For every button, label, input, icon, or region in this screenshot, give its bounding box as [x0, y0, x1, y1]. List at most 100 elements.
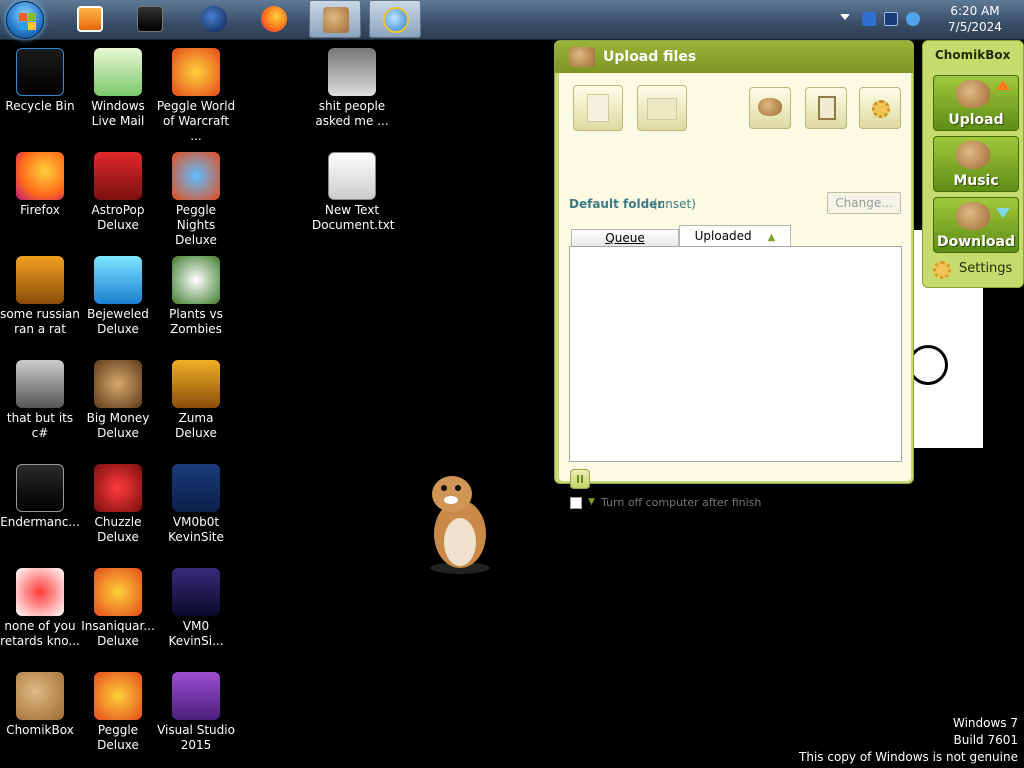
tab-uploaded[interactable]: Uploaded ▲ — [679, 225, 791, 247]
download-button-label: Download — [936, 234, 1016, 250]
windows-watermark: Windows 7 Build 7601 This copy of Window… — [799, 715, 1018, 766]
desktop-icon-label: Endermanc... — [0, 515, 80, 529]
network-icon[interactable] — [862, 12, 876, 26]
system-tray: 6:20 AM 7/5/2024 — [834, 0, 1024, 40]
desktop-icon-image — [172, 152, 220, 200]
music-button[interactable]: Music — [933, 136, 1019, 192]
add-files-button[interactable] — [573, 85, 623, 131]
tab-queue[interactable]: Queue — [571, 229, 679, 247]
desktop-icon[interactable]: Peggle Deluxe — [78, 668, 158, 768]
desktop-icon-label: VM0b0t KevinSite — [168, 515, 224, 544]
desktop-icon[interactable]: Visual Studio 2015 — [156, 668, 236, 768]
desktop-icon-image — [328, 48, 376, 96]
hamster-eye — [441, 485, 447, 491]
upload-arrow-icon — [996, 80, 1010, 90]
upload-window-body: Default folder (unset) Change... Queue U… — [559, 73, 911, 509]
desktop-icon-label: Peggle Deluxe — [97, 723, 139, 752]
taskbar-app[interactable] — [124, 0, 176, 38]
download-button[interactable]: Download — [933, 197, 1019, 253]
upload-title-bar[interactable]: Upload files — [555, 41, 913, 73]
desktop-icon-label: AstroPop Deluxe — [91, 203, 145, 232]
hamster-button[interactable] — [749, 87, 791, 129]
desktop-icon-label: some russian ran a rat — [0, 307, 80, 336]
pause-button[interactable] — [570, 469, 590, 489]
taskbar-chomikbox[interactable] — [309, 0, 361, 38]
hamster-icon — [956, 80, 990, 108]
desktop-icon-label: Recycle Bin — [5, 99, 75, 113]
desktop-icon-image — [16, 672, 64, 720]
volume-icon[interactable] — [906, 12, 920, 26]
clock-time[interactable]: 6:20 AM — [940, 4, 1010, 18]
music-button-label: Music — [953, 173, 999, 189]
taskbar-media-player[interactable] — [64, 0, 116, 38]
taskbar-globe[interactable] — [188, 0, 240, 38]
shutdown-dropdown-icon[interactable]: ▼ — [588, 497, 595, 507]
desktop-icon-label: ChomikBox — [6, 723, 74, 737]
paste-button[interactable] — [805, 87, 847, 129]
internet-explorer-icon — [383, 7, 409, 33]
hamster-mascot[interactable] — [420, 472, 494, 576]
sort-triangle-icon: ▲ — [767, 232, 776, 243]
desktop-icon[interactable]: Windows Live Mail — [78, 44, 158, 144]
desktop-icon[interactable]: Zuma Deluxe — [156, 356, 236, 456]
chomikbox-panel: ChomikBox Upload Music Download Settings — [922, 40, 1024, 288]
desktop-icon-image — [328, 152, 376, 200]
desktop-icon-image — [94, 48, 142, 96]
clock-date[interactable]: 7/5/2024 — [940, 20, 1010, 34]
desktop-icon-image — [94, 152, 142, 200]
desktop-icon[interactable]: Plants vs Zombies — [156, 252, 236, 352]
add-folder-button[interactable] — [637, 85, 687, 131]
settings-button[interactable] — [859, 87, 901, 129]
desktop-icon[interactable]: Chuzzle Deluxe — [78, 460, 158, 560]
desktop-icon[interactable]: ChomikBox — [0, 668, 80, 768]
hamster-teeth — [444, 496, 458, 504]
firefox-icon — [261, 6, 287, 32]
start-button[interactable] — [6, 1, 44, 39]
desktop-icon[interactable]: that but its c# — [0, 356, 80, 456]
desktop-icon-image — [16, 360, 64, 408]
file-add-icon — [587, 94, 609, 122]
desktop-icon[interactable]: Recycle Bin — [0, 44, 80, 144]
taskbar-firefox[interactable] — [248, 0, 300, 38]
desktop-icon[interactable]: VM0 KevinSi... — [156, 564, 236, 664]
desktop-icon-image — [172, 568, 220, 616]
desktop-icon[interactable]: Firefox — [0, 148, 80, 248]
desktop-icon[interactable]: some russian ran a rat — [0, 252, 80, 352]
desktop-icon-image — [172, 256, 220, 304]
upload-button[interactable]: Upload — [933, 75, 1019, 131]
desktop-icon-image — [172, 360, 220, 408]
tab-uploaded-label: Uploaded — [694, 229, 752, 243]
desktop-icon[interactable]: shit people asked me ... — [312, 44, 392, 144]
desktop-icon-image — [172, 672, 220, 720]
desktop-icon[interactable]: Bejeweled Deluxe — [78, 252, 158, 352]
desktop-icon[interactable]: VM0b0t KevinSite — [156, 460, 236, 560]
desktop-icon[interactable]: New Text Document.txt — [312, 148, 395, 248]
desktop-icon[interactable]: Endermanc... — [0, 460, 80, 560]
desktop-icon[interactable]: Peggle Nights Deluxe — [156, 148, 236, 248]
change-folder-button[interactable]: Change... — [827, 192, 901, 214]
desktop-icon-label: none of you retards kno... — [0, 619, 80, 648]
desktop-icon[interactable]: Insaniquar... Deluxe — [78, 564, 158, 664]
pause-icon — [577, 475, 579, 483]
chomikbox-icon — [323, 7, 349, 33]
tab-queue-label: Queue — [605, 231, 645, 245]
desktop-icon-label: VM0 KevinSi... — [168, 619, 224, 648]
gear-icon — [933, 261, 951, 279]
desktop-icon-image — [94, 672, 142, 720]
desktop-icon[interactable]: none of you retards kno... — [0, 564, 80, 664]
desktop-icon-image — [94, 256, 142, 304]
taskbar-internet-explorer[interactable] — [369, 0, 421, 38]
desktop-icon[interactable]: Peggle World of Warcraft ... — [156, 44, 236, 144]
desktop-icon-label: Firefox — [20, 203, 60, 217]
desktop-icon[interactable]: Big Money Deluxe — [78, 356, 158, 456]
upload-window-title: Upload files — [603, 49, 697, 65]
desktop-icon-label: Windows Live Mail — [91, 99, 145, 128]
desktop-icon-image — [172, 48, 220, 96]
show-hidden-icons-icon[interactable] — [840, 14, 850, 20]
shutdown-checkbox[interactable] — [570, 497, 582, 509]
desktop-icon[interactable]: AstroPop Deluxe — [78, 148, 158, 248]
media-player-icon — [77, 6, 103, 32]
uploaded-files-list[interactable] — [569, 246, 902, 462]
desktop-icon-label: Peggle World of Warcraft ... — [156, 99, 236, 143]
display-icon[interactable] — [884, 12, 898, 26]
